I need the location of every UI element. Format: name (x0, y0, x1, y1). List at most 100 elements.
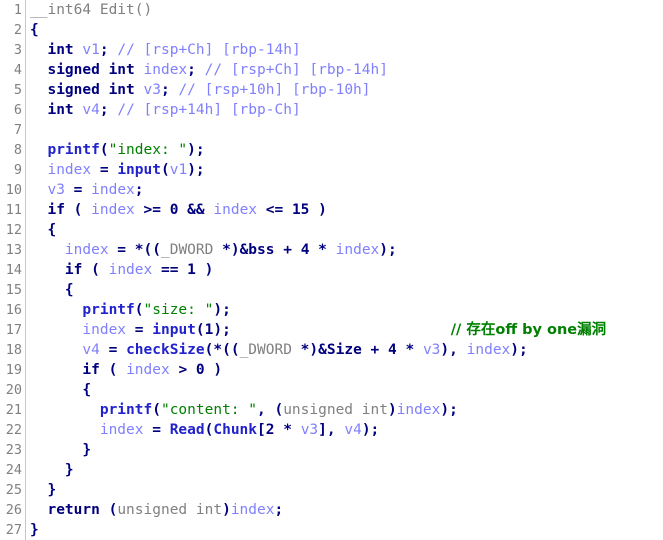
code-line[interactable]: 13 index = *((_DWORD *)&bss + 4 * index)… (0, 240, 663, 260)
token-lvar[interactable]: v4 (344, 422, 361, 438)
token-func[interactable]: printf (47, 142, 99, 158)
token-punct[interactable]: ; (161, 82, 170, 98)
token-op[interactable]: == (152, 262, 187, 278)
token-op[interactable]: * (397, 342, 423, 358)
token-type[interactable]: unsigned int (283, 402, 388, 418)
token-op[interactable]: + (362, 342, 388, 358)
token-type[interactable]: unsigned int (117, 502, 222, 518)
token-punct[interactable]: ) (205, 362, 222, 378)
code-line[interactable]: 3 int v1; // [rsp+Ch] [rbp-14h] (0, 40, 663, 60)
token-op[interactable]: >= (135, 202, 170, 218)
code-text[interactable]: } (26, 520, 663, 540)
code-text[interactable]: v4 = checkSize(*((_DWORD *)&Size + 4 * v… (26, 340, 663, 360)
code-text[interactable]: v3 = index; (26, 180, 663, 200)
code-text[interactable]: { (26, 280, 663, 300)
token-string[interactable]: "size: " (144, 302, 214, 318)
token-op[interactable]: = (65, 182, 91, 198)
code-text[interactable]: index = input(v1); (26, 160, 663, 180)
token-keyword[interactable]: if (65, 262, 82, 278)
code-text[interactable]: __int64 Edit() (26, 0, 663, 20)
token-op[interactable]: && (178, 202, 213, 218)
code-line[interactable]: 7 (0, 120, 663, 140)
token-punct[interactable]: ) (196, 262, 214, 278)
code-line[interactable]: 21 printf("content: ", (unsigned int)ind… (0, 400, 663, 420)
token-keyword[interactable]: int (47, 102, 73, 118)
token-punct[interactable]: ( (65, 202, 91, 218)
code-text[interactable]: index = *((_DWORD *)&bss + 4 * index); (26, 240, 663, 260)
code-text[interactable]: if ( index == 1 ) (26, 260, 663, 280)
token-number[interactable]: 4 (388, 342, 397, 358)
code-line[interactable]: 6 int v4; // [rsp+14h] [rbp-Ch] (0, 100, 663, 120)
token-global[interactable]: &bss (240, 242, 275, 258)
code-line[interactable]: 18 v4 = checkSize(*((_DWORD *)&Size + 4 … (0, 340, 663, 360)
token-lvar[interactable]: v1 (82, 42, 99, 58)
code-text[interactable]: index = input(1);// 存在off by one漏洞 (26, 320, 663, 340)
code-line[interactable]: 12 { (0, 220, 663, 240)
token-punct[interactable]: ); (440, 402, 457, 418)
token-lvar[interactable]: v3 (47, 182, 64, 198)
code-line[interactable]: 27} (0, 520, 663, 540)
code-text[interactable]: index = Read(Chunk[2 * v3], v4); (26, 420, 663, 440)
code-line[interactable]: 4 signed int index; // [rsp+Ch] [rbp-14h… (0, 60, 663, 80)
token-func[interactable]: printf (82, 302, 134, 318)
token-func[interactable]: input (117, 162, 161, 178)
code-line[interactable]: 2{ (0, 20, 663, 40)
code-text[interactable]: { (26, 20, 663, 40)
token-punct[interactable]: ( (196, 322, 205, 338)
token-punct[interactable]: ; (135, 182, 144, 198)
token-lvar[interactable]: index (336, 242, 380, 258)
code-line[interactable]: 22 index = Read(Chunk[2 * v3], v4); (0, 420, 663, 440)
token-lvar[interactable]: index (144, 62, 188, 78)
token-op[interactable]: = (100, 342, 126, 358)
code-line[interactable]: 15 { (0, 280, 663, 300)
code-text[interactable]: signed int index; // [rsp+Ch] [rbp-14h] (26, 60, 663, 80)
user-comment[interactable]: // 存在off by one漏洞 (451, 322, 606, 338)
token-op[interactable]: = (126, 322, 152, 338)
token-punct[interactable]: ; (274, 502, 283, 518)
token-punct[interactable]: ( (100, 362, 126, 378)
token-keyword[interactable]: signed int (47, 82, 134, 98)
token-punct[interactable]: ; (187, 62, 196, 78)
code-line[interactable]: 17 index = input(1);// 存在off by one漏洞 (0, 320, 663, 340)
token-comment[interactable]: // [rsp+14h] [rbp-Ch] (117, 102, 300, 118)
code-text[interactable]: } (26, 480, 663, 500)
token-punct[interactable]: } (47, 482, 56, 498)
token-op[interactable]: * (274, 422, 300, 438)
token-punct[interactable]: (*(( (205, 342, 240, 358)
code-text[interactable]: int v4; // [rsp+14h] [rbp-Ch] (26, 100, 663, 120)
token-punct[interactable]: ); (379, 242, 396, 258)
code-line[interactable]: 26 return (unsigned int)index; (0, 500, 663, 520)
code-text[interactable]: int v1; // [rsp+Ch] [rbp-14h] (26, 40, 663, 60)
token-keyword[interactable]: return (47, 502, 99, 518)
token-punct[interactable]: *) (292, 342, 318, 358)
token-string[interactable]: "index: " (109, 142, 188, 158)
token-keyword[interactable]: if (82, 362, 99, 378)
code-text[interactable]: return (unsigned int)index; (26, 500, 663, 520)
token-punct[interactable]: } (30, 522, 39, 538)
token-lvar[interactable]: index (91, 202, 135, 218)
token-type[interactable]: __int64 (30, 2, 91, 18)
code-line[interactable]: 8 printf("index: "); (0, 140, 663, 160)
token-punct[interactable]: { (30, 22, 39, 38)
pseudocode-view[interactable]: 1 __int64 Edit() 2{3 int v1; // [rsp+Ch] [… (0, 0, 663, 540)
token-punct[interactable]: ) (309, 202, 327, 218)
code-line[interactable]: 20 { (0, 380, 663, 400)
code-text[interactable]: } (26, 440, 663, 460)
token-op[interactable]: > (170, 362, 196, 378)
token-type[interactable]: _DWORD (240, 342, 292, 358)
token-op[interactable]: = (91, 162, 117, 178)
token-lvar[interactable]: v3 (301, 422, 318, 438)
token-lvar[interactable]: index (467, 342, 511, 358)
token-punct[interactable]: *(( (135, 242, 161, 258)
token-punct[interactable]: ( (161, 162, 170, 178)
token-lvar[interactable]: v4 (82, 102, 99, 118)
code-text[interactable]: printf("content: ", (unsigned int)index)… (26, 400, 663, 420)
code-text[interactable]: } (26, 460, 663, 480)
token-punct[interactable]: ; (100, 42, 109, 58)
token-punct[interactable]: { (47, 222, 56, 238)
code-line[interactable]: 14 if ( index == 1 ) (0, 260, 663, 280)
token-keyword[interactable]: if (47, 202, 64, 218)
token-punct[interactable]: ; (100, 102, 109, 118)
token-lvar[interactable]: index (397, 402, 441, 418)
code-text[interactable]: signed int v3; // [rsp+10h] [rbp-10h] (26, 80, 663, 100)
